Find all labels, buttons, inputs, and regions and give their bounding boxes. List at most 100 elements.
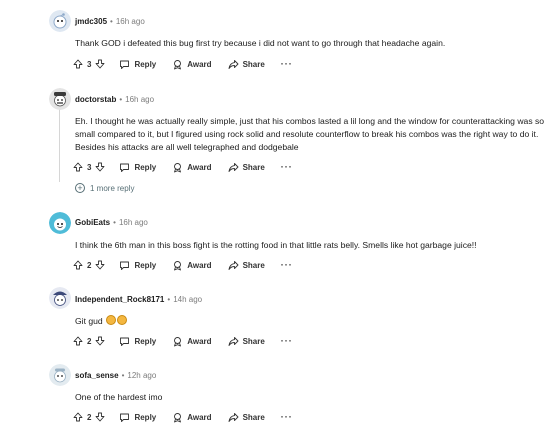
vote-group: 2 xyxy=(73,260,105,270)
comment-bubble-icon xyxy=(120,261,130,270)
avatar[interactable] xyxy=(49,88,71,110)
reply-label: Reply xyxy=(134,260,157,270)
comment-text: Eh. I thought he was actually really sim… xyxy=(75,116,545,152)
reply-button[interactable]: Reply xyxy=(119,260,156,271)
avatar[interactable] xyxy=(49,10,71,32)
author-name[interactable]: Independent_Rock8171 xyxy=(75,295,164,304)
share-button[interactable]: Share xyxy=(228,412,265,423)
separator-dot: • xyxy=(167,295,171,304)
share-icon xyxy=(228,162,239,172)
award-button[interactable]: Award xyxy=(172,260,212,271)
award-button[interactable]: Award xyxy=(172,162,212,173)
expand-plus-icon: + xyxy=(75,183,85,193)
downvote-icon[interactable] xyxy=(95,336,105,346)
reply-label: Reply xyxy=(134,59,157,69)
vote-group: 2 xyxy=(73,336,105,346)
upvote-icon[interactable] xyxy=(73,162,83,172)
share-label: Share xyxy=(242,260,265,270)
award-icon xyxy=(174,59,182,69)
award-label: Award xyxy=(187,162,212,172)
comment-bubble-icon xyxy=(120,413,130,422)
comment-actions: 3 Reply Award Share ··· xyxy=(73,159,293,175)
smiley-emoji-icon xyxy=(106,315,117,325)
reply-button[interactable]: Reply xyxy=(119,336,156,347)
more-options-button[interactable]: ··· xyxy=(281,412,293,422)
share-label: Share xyxy=(242,59,265,69)
separator-dot: • xyxy=(121,371,125,380)
share-icon xyxy=(228,412,239,422)
comment-text: One of the hardest imo xyxy=(75,392,163,402)
timestamp[interactable]: 12h ago xyxy=(127,371,156,380)
downvote-icon[interactable] xyxy=(95,162,105,172)
more-options-button[interactable]: ··· xyxy=(281,59,293,69)
comment-meta: jmdc305 • 16h ago xyxy=(75,16,145,28)
upvote-icon[interactable] xyxy=(73,260,83,270)
downvote-icon[interactable] xyxy=(95,412,105,422)
author-name[interactable]: jmdc305 xyxy=(75,17,107,26)
comment-actions: 2 Reply Award Share ··· xyxy=(73,257,293,273)
vote-count: 3 xyxy=(87,59,92,69)
share-button[interactable]: Share xyxy=(228,336,265,347)
author-name[interactable]: doctorstab xyxy=(75,95,116,104)
smiley-emoji-icon xyxy=(117,315,128,325)
downvote-icon[interactable] xyxy=(95,260,105,270)
award-label: Award xyxy=(187,59,212,69)
timestamp[interactable]: 16h ago xyxy=(119,218,148,227)
upvote-icon[interactable] xyxy=(73,336,83,346)
reply-label: Reply xyxy=(134,336,157,346)
more-replies-link[interactable]: + 1 more reply xyxy=(75,183,134,193)
more-options-button[interactable]: ··· xyxy=(281,336,293,346)
comment-bubble-icon xyxy=(120,163,130,172)
vote-group: 3 xyxy=(73,162,105,172)
avatar[interactable] xyxy=(49,287,71,309)
more-options-button[interactable]: ··· xyxy=(281,260,293,270)
share-icon xyxy=(228,59,239,69)
award-button[interactable]: Award xyxy=(172,336,212,347)
upvote-icon[interactable] xyxy=(73,412,83,422)
author-name[interactable]: sofa_sense xyxy=(75,371,119,380)
reply-button[interactable]: Reply xyxy=(119,162,156,173)
reply-button[interactable]: Reply xyxy=(119,59,156,70)
award-button[interactable]: Award xyxy=(172,412,212,423)
timestamp[interactable]: 16h ago xyxy=(116,17,145,26)
comment-meta: doctorstab • 16h ago xyxy=(75,94,154,106)
award-icon xyxy=(174,336,182,346)
comment-text: Git gud xyxy=(75,315,545,328)
avatar[interactable] xyxy=(49,212,71,234)
reply-label: Reply xyxy=(134,412,157,422)
vote-group: 3 xyxy=(73,59,105,69)
comment-actions: 2 Reply Award Share ··· xyxy=(73,409,293,425)
comment-actions: 2 Reply Award Share ··· xyxy=(73,333,293,349)
avatar[interactable] xyxy=(49,364,71,386)
comment-bubble-icon xyxy=(120,337,130,346)
comment-meta: GobiEats • 16h ago xyxy=(75,217,148,229)
award-label: Award xyxy=(187,336,212,346)
author-name[interactable]: GobiEats xyxy=(75,218,110,227)
comment-text-content: Git gud xyxy=(75,316,103,326)
comment-meta: Independent_Rock8171 • 14h ago xyxy=(75,294,202,306)
timestamp[interactable]: 16h ago xyxy=(125,95,154,104)
downvote-icon[interactable] xyxy=(95,59,105,69)
comment-actions: 3 Reply Award Share ··· xyxy=(73,56,293,72)
separator-dot: • xyxy=(110,17,113,26)
separator-dot: • xyxy=(119,95,123,104)
share-label: Share xyxy=(242,336,265,346)
share-button[interactable]: Share xyxy=(228,59,265,70)
reply-button[interactable]: Reply xyxy=(119,412,156,423)
award-button[interactable]: Award xyxy=(172,59,212,70)
thread-line[interactable] xyxy=(59,108,60,182)
award-label: Award xyxy=(187,412,212,422)
vote-count: 3 xyxy=(87,162,92,172)
share-icon xyxy=(228,260,239,270)
more-options-button[interactable]: ··· xyxy=(281,162,293,172)
upvote-icon[interactable] xyxy=(73,59,83,69)
award-icon xyxy=(174,260,182,270)
award-icon xyxy=(174,162,182,172)
timestamp[interactable]: 14h ago xyxy=(173,295,202,304)
vote-count: 2 xyxy=(87,260,92,270)
comment-bubble-icon xyxy=(120,60,130,69)
share-button[interactable]: Share xyxy=(228,162,265,173)
share-label: Share xyxy=(242,412,265,422)
share-button[interactable]: Share xyxy=(228,260,265,271)
comment-text: I think the 6th man in this boss fight i… xyxy=(75,240,477,250)
